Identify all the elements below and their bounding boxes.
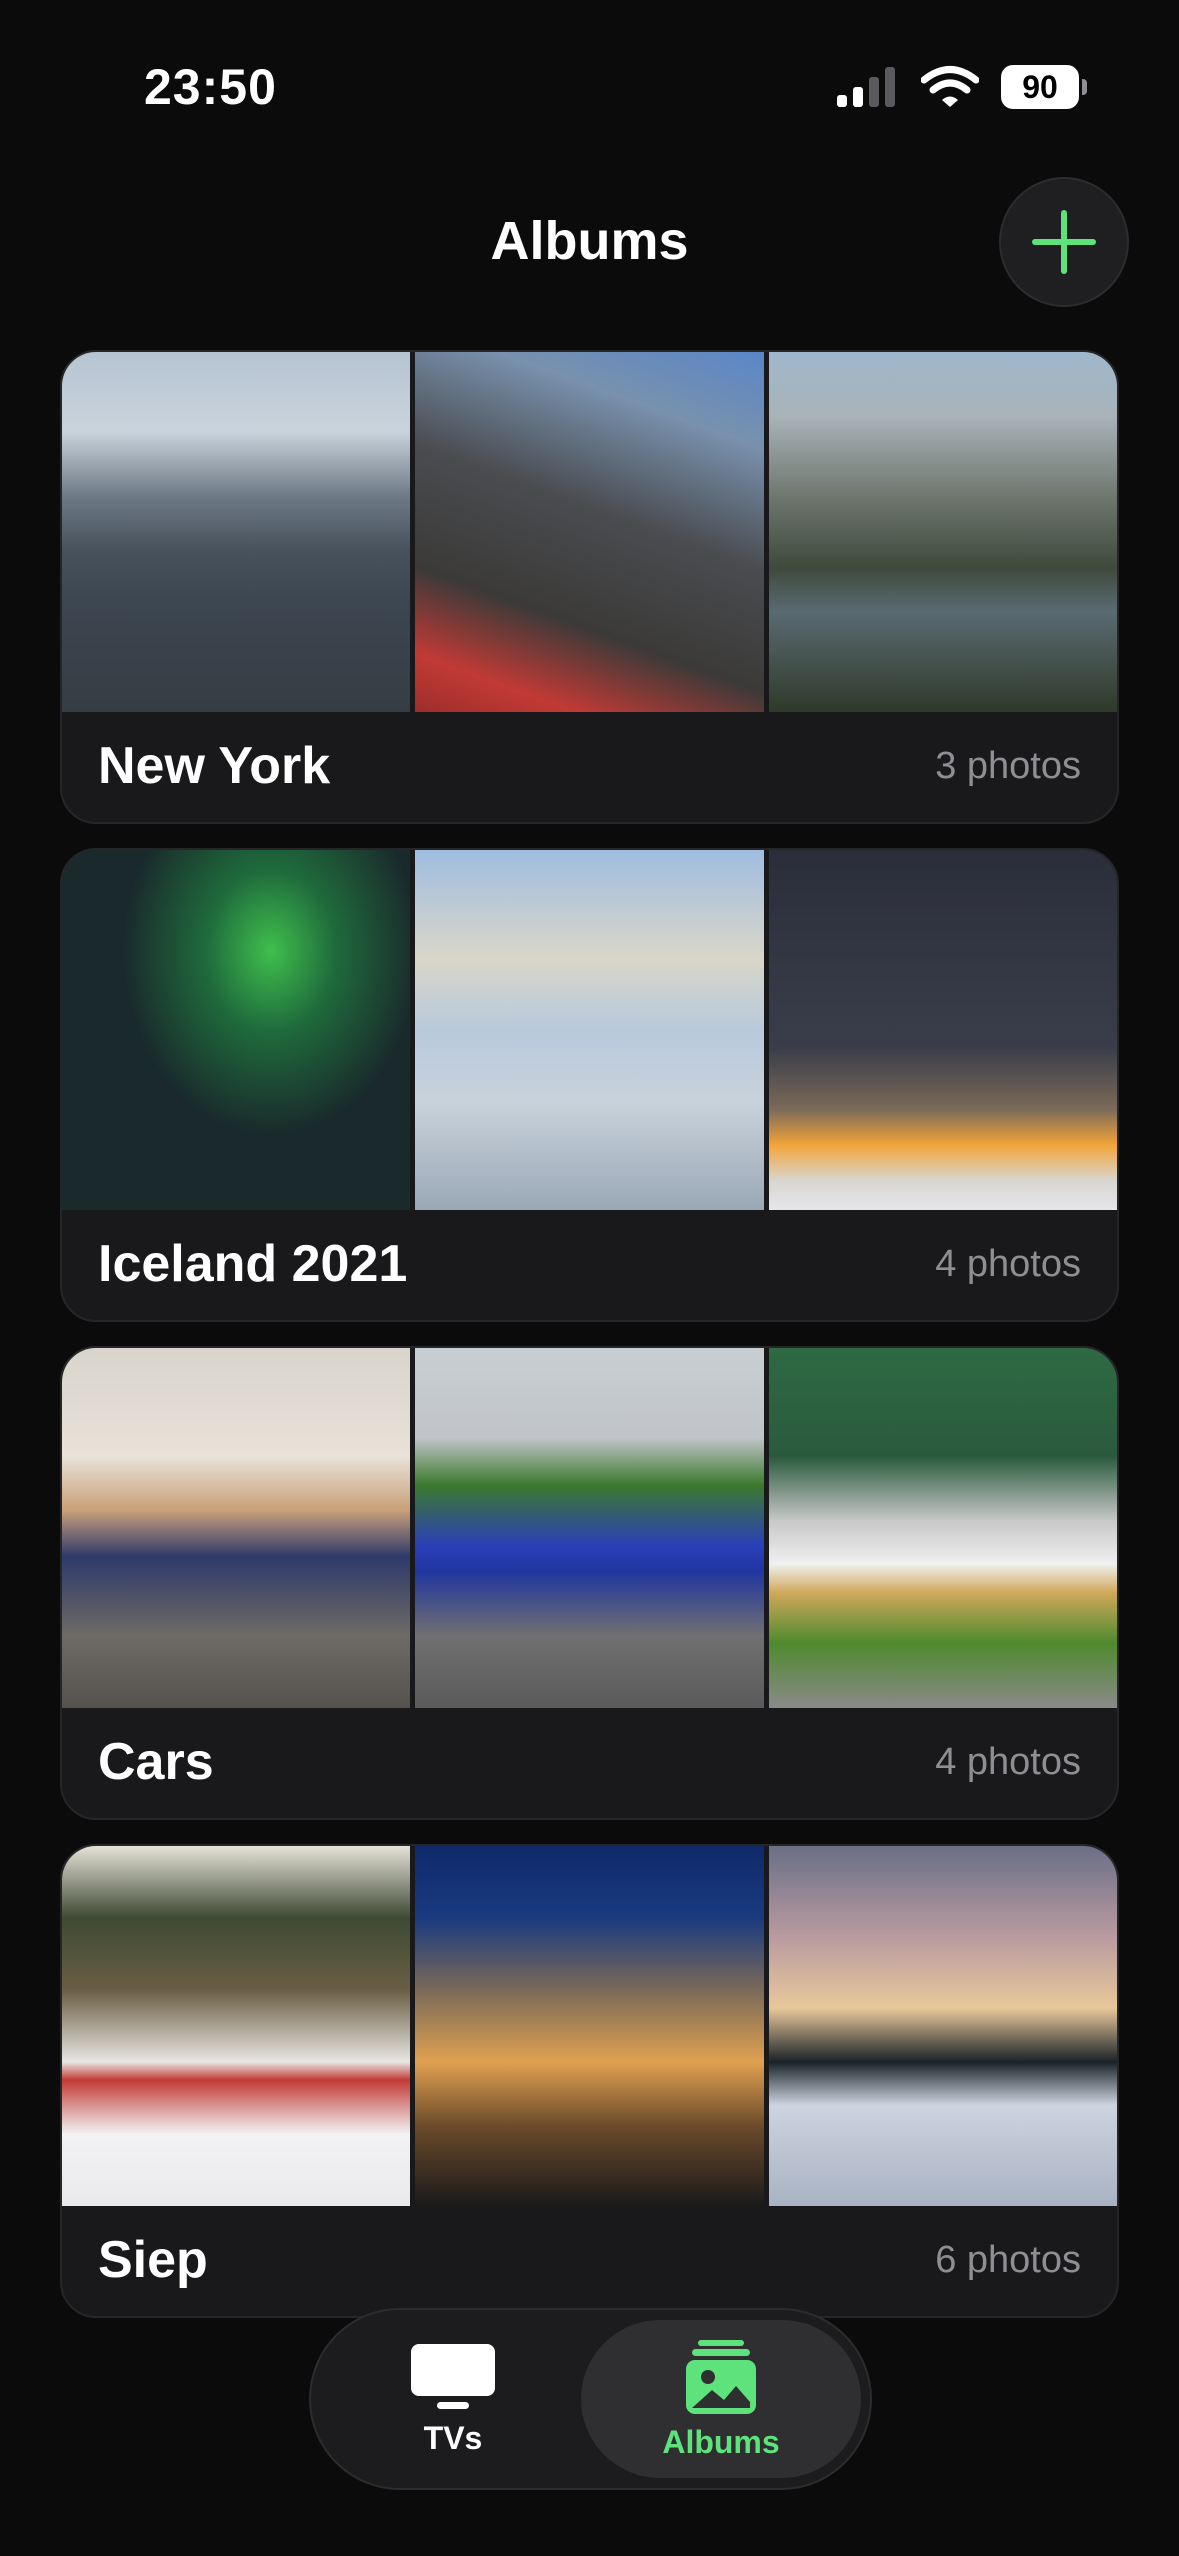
album-footer: New York 3 photos	[62, 710, 1117, 822]
album-name: New York	[98, 737, 331, 795]
album-card[interactable]: Siep 6 photos	[60, 1844, 1119, 2318]
status-time: 23:50	[144, 59, 277, 115]
album-photo	[415, 850, 764, 1210]
photo-album-icon	[686, 2339, 756, 2414]
album-photo	[768, 1846, 1117, 2206]
album-photo	[62, 850, 411, 1210]
album-footer: Cars 4 photos	[62, 1706, 1117, 1818]
tab-tvs[interactable]: TVs	[323, 2320, 583, 2478]
album-name: Cars	[98, 1733, 214, 1791]
album-card[interactable]: New York 3 photos	[60, 350, 1119, 824]
album-photo-strip	[62, 1348, 1117, 1708]
cellular-signal-icon	[837, 67, 895, 107]
album-card[interactable]: Cars 4 photos	[60, 1346, 1119, 1820]
album-photo-count: 6 photos	[935, 2238, 1081, 2281]
add-album-button[interactable]	[999, 177, 1129, 307]
album-name: Siep	[98, 2231, 208, 2289]
album-photo	[415, 1348, 764, 1708]
album-photo	[62, 352, 411, 712]
battery-indicator: 90	[1001, 65, 1087, 109]
album-name: Iceland 2021	[98, 1235, 408, 1293]
tab-bar: TVs Albums	[309, 2308, 872, 2490]
status-icons: 90	[835, 62, 1087, 112]
album-photo-count: 4 photos	[935, 1740, 1081, 1783]
album-footer: Iceland 2021 4 photos	[62, 1208, 1117, 1320]
album-photo	[415, 1846, 764, 2206]
tab-label: TVs	[423, 2419, 483, 2456]
album-photo	[768, 850, 1117, 1210]
tab-albums[interactable]: Albums	[581, 2320, 861, 2478]
album-photo-count: 3 photos	[935, 744, 1081, 787]
album-photo	[62, 1846, 411, 2206]
album-photo	[62, 1348, 411, 1708]
album-photo	[768, 1348, 1117, 1708]
wifi-icon	[921, 66, 979, 107]
tab-label: Albums	[662, 2423, 780, 2460]
album-card[interactable]: Iceland 2021 4 photos	[60, 848, 1119, 1322]
album-photo-strip	[62, 352, 1117, 712]
album-footer: Siep 6 photos	[62, 2204, 1117, 2316]
status-bar: 23:50 90	[0, 0, 1179, 170]
album-photo	[415, 352, 764, 712]
album-photo-count: 4 photos	[935, 1242, 1081, 1285]
album-photo-strip	[62, 1846, 1117, 2206]
album-list: New York 3 photos Iceland 2021 4 photos …	[60, 350, 1119, 2342]
plus-icon	[1032, 210, 1096, 274]
album-photo	[768, 352, 1117, 712]
tv-icon	[411, 2343, 495, 2409]
album-photo-strip	[62, 850, 1117, 1210]
